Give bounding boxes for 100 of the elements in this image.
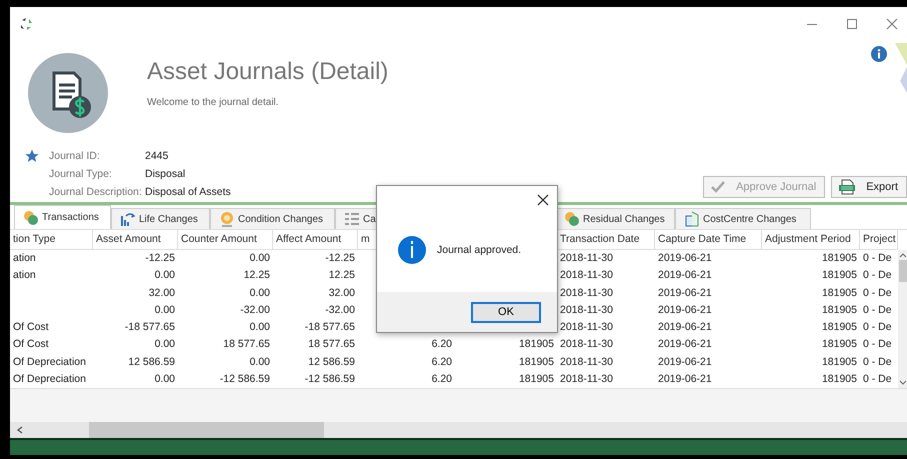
table-cell-text: 0 - De [862,268,893,284]
table-cell-text: 2019-06-21 [657,354,713,370]
table-cell-text: 2019-06-21 [657,302,713,318]
star-icon[interactable] [25,148,39,162]
close-icon[interactable] [537,194,549,206]
table-cell-text: 181905 [820,251,858,266]
column-header[interactable]: Asset Amount [93,230,178,249]
table-cell-text: 2018-11-30 [559,302,614,318]
table-cell-text: -18 577.65 [124,320,176,336]
field-label: Journal Description: [49,186,143,198]
table-cell-text: 12 586.59 [307,354,356,370]
table-cell-text: 18 577.65 [222,337,271,352]
table-cell-text: 2019-06-21 [657,320,713,336]
table-cell-text: 6.20 [430,372,453,388]
table-cell-text: -32.00 [239,302,271,318]
table-cell-text: Of Depreciation [12,372,87,388]
table-cell-text: ation [12,251,37,266]
table-cell-text: 2018-11-30 [559,268,614,284]
table-cell-text: 2019-06-21 [657,268,713,284]
table-cell-text: -32.00 [324,302,356,318]
page-subtitle: Welcome to the journal detail. [147,97,280,108]
info-icon[interactable] [871,46,887,62]
app-logo-icon [19,17,33,31]
table-cell-text: 12 586.59 [127,354,176,370]
table-cell-text: 181905 [820,286,858,301]
table-cell-text: 18 577.65 [307,337,356,352]
column-header[interactable]: Adjustment Period [762,230,860,249]
table-cell-text: 2019-06-21 [657,372,713,388]
column-header[interactable]: tion Type [10,230,93,249]
tab[interactable]: Condition Changes [210,208,335,229]
table-cell-text: 0.00 [248,354,271,370]
table-cell-text: -18 577.65 [304,320,356,336]
table-cell-text: 181905 [518,354,555,370]
table-cell-text: 2019-06-21 [657,337,713,352]
info-icon [397,235,427,265]
column-header[interactable]: Capture Date Time [655,230,762,249]
table-cell-text: 2018-11-30 [559,337,614,352]
list-icon [344,211,360,227]
table-cell-text: -12.25 [324,251,356,266]
ok-button[interactable]: OK [471,302,541,322]
table-cell-text: 32.00 [328,286,356,301]
scrollbar-thumb[interactable] [898,260,906,282]
table-cell-text: 0.00 [248,251,271,266]
maximize-icon[interactable] [845,18,859,30]
scrollbar-thumb[interactable] [89,422,324,438]
table-cell-text: 2018-11-30 [559,354,614,370]
column-header[interactable]: Project [860,230,898,249]
journal-document-icon [28,53,108,133]
tab[interactable]: Residual Changes [555,208,675,229]
field-value: Disposal [145,168,186,180]
tab[interactable]: Transactions [14,205,111,229]
column-header[interactable]: Counter Amount [178,230,273,249]
table-cell-text: 0.00 [248,286,271,301]
table-cell-text: 12.25 [242,268,271,284]
table-cell-text: 2018-11-30 [559,372,614,388]
table-cell-text: 12.25 [328,268,356,284]
building-icon [684,211,700,227]
field-value: 2445 [145,150,168,162]
checkmark-icon [710,179,726,195]
table-cell-text: 181905 [820,337,858,352]
export-button[interactable]: Export [831,176,907,198]
bar-chart-icon [120,211,136,227]
coins-icon [23,210,39,226]
field-value: Disposal of Assets [145,186,231,198]
tab[interactable]: CostCentre Changes [675,208,811,229]
table-cell-text: 0 - De [862,320,893,336]
table-cell-text: 0.00 [154,268,176,284]
table-cell-text: 0.00 [248,320,271,336]
table-cell-text: 0.00 [154,302,176,318]
table-cell-text: Of Cost [12,337,50,352]
table-cell-text: 6.20 [430,354,453,370]
table-cell-text: -12 586.59 [304,372,356,388]
horizontal-scrollbar[interactable] [10,422,907,438]
field-label: Journal Type: [49,168,113,180]
table-cell-text: 181905 [518,337,555,352]
table-cell-text: 0 - De [862,286,893,301]
column-header[interactable]: Affect Amount [273,230,358,249]
vertical-scrollbar[interactable] [898,250,907,388]
table-cell-text: 2018-11-30 [559,320,614,336]
table-cell-text: 2018-11-30 [559,286,614,301]
table-cell-text: 181905 [820,320,858,336]
table-cell-text: 0 - De [862,251,893,266]
table-cell-text: 6.20 [430,337,453,352]
table-cell-text: 2019-06-21 [657,286,713,301]
corner-ribbon-drawing [895,43,907,93]
table-cell-text: 181905 [820,268,858,284]
tab[interactable]: Life Changes [111,208,210,229]
table-cell-text: 0 - De [862,372,893,388]
table-cell-text: Of Depreciation [12,354,87,370]
table-cell-text: 32.00 [148,286,176,301]
table-cell-text: 181905 [820,372,858,388]
table-cell-text: 0.00 [154,337,176,352]
table-cell-text: 2018-11-30 [559,251,614,266]
table-cell-text: 0.00 [154,372,176,388]
dialog-message: Journal approved. [437,244,522,256]
table-cell-text: 0 - De [862,302,893,318]
table-cell-text: ation [12,268,37,284]
coins-icon [564,211,580,227]
table-cell-text: 0 - De [862,354,893,370]
table-cell-text: 2019-06-21 [657,251,713,266]
